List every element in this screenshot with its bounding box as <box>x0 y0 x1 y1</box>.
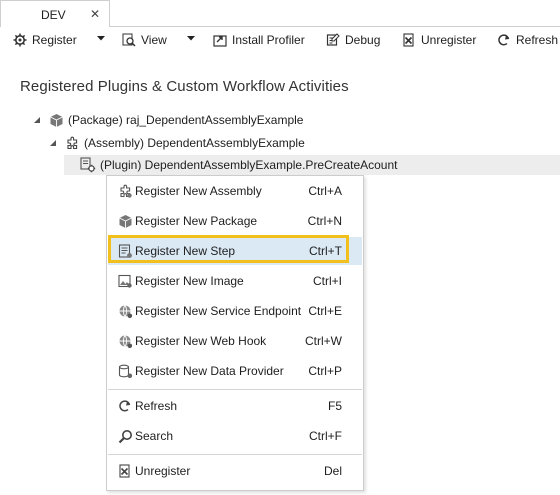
menu-item-shortcut: Ctrl+A <box>308 184 342 198</box>
menu-item-register-new-package[interactable]: Register New Package Ctrl+N <box>108 207 362 235</box>
debug-label: Debug <box>345 33 381 47</box>
unregister-button[interactable]: Unregister <box>401 31 476 49</box>
tree-label: (Package) raj_DependentAssemblyExample <box>68 113 304 127</box>
package-icon <box>117 213 133 229</box>
menu-item-label: Unregister <box>135 464 191 478</box>
tree-node-plugin[interactable]: (Plugin) DependentAssemblyExample.PreCre… <box>64 155 560 175</box>
search-icon <box>117 428 133 444</box>
menu-separator <box>108 389 362 390</box>
menu-item-search[interactable]: Search Ctrl+F <box>108 422 362 450</box>
gear-icon <box>12 32 28 48</box>
menu-item-shortcut: Del <box>323 464 342 478</box>
menu-item-shortcut: Ctrl+T <box>309 244 342 258</box>
view-dropdown-icon[interactable] <box>186 33 198 45</box>
step-icon <box>117 243 133 259</box>
menu-item-label: Search <box>135 429 174 443</box>
register-label: Register <box>32 33 77 47</box>
refresh-label: Refresh <box>516 33 559 47</box>
web-hook-icon <box>117 333 133 349</box>
context-menu: Register New Assembly Ctrl+A Register Ne… <box>106 175 364 491</box>
view-icon <box>121 32 137 48</box>
tab-dev[interactable]: DEV ✕ <box>0 0 110 27</box>
package-icon <box>48 112 64 128</box>
image-icon <box>117 273 133 289</box>
install-profiler-button[interactable]: Install Profiler <box>212 31 305 49</box>
refresh-icon <box>496 32 512 48</box>
menu-item-shortcut: Ctrl+I <box>312 274 342 288</box>
collapse-icon[interactable] <box>32 115 42 125</box>
register-dropdown-icon[interactable] <box>96 33 108 45</box>
tab-strip: DEV ✕ <box>0 0 560 27</box>
service-endpoint-icon <box>117 303 133 319</box>
debug-button[interactable]: Debug <box>325 31 380 49</box>
menu-item-shortcut: Ctrl+E <box>308 304 342 318</box>
menu-item-shortcut: Ctrl+P <box>308 364 342 378</box>
menu-item-label: Register New Service Endpoint <box>135 304 302 318</box>
tree-node-assembly[interactable]: (Assembly) DependentAssemblyExample <box>48 133 305 153</box>
menu-item-register-new-data-provider[interactable]: Register New Data Provider Ctrl+P <box>108 357 362 385</box>
close-icon[interactable]: ✕ <box>90 7 100 21</box>
menu-item-register-new-step[interactable]: Register New Step Ctrl+T <box>108 237 362 265</box>
menu-item-register-new-assembly[interactable]: Register New Assembly Ctrl+A <box>108 177 362 205</box>
menu-item-unregister[interactable]: Unregister Del <box>108 457 362 485</box>
debug-icon <box>325 32 341 48</box>
page-title: Registered Plugins & Custom Workflow Act… <box>20 78 349 95</box>
tree-node-package[interactable]: (Package) raj_DependentAssemblyExample <box>32 110 303 130</box>
toolbar: Register View Install Profiler Debug Unr… <box>0 27 560 53</box>
collapse-icon[interactable] <box>48 138 58 148</box>
menu-item-shortcut: Ctrl+W <box>305 334 342 348</box>
refresh-icon <box>117 398 133 414</box>
refresh-button[interactable]: Refresh <box>496 31 558 49</box>
view-label: View <box>141 33 167 47</box>
tree-label: (Assembly) DependentAssemblyExample <box>84 136 305 150</box>
data-provider-icon <box>117 363 133 379</box>
menu-item-label: Register New Image <box>135 274 244 288</box>
menu-separator <box>108 454 362 455</box>
unregister-label: Unregister <box>421 33 477 47</box>
menu-item-label: Register New Web Hook <box>135 334 267 348</box>
menu-item-register-new-web-hook[interactable]: Register New Web Hook Ctrl+W <box>108 327 362 355</box>
assembly-icon <box>117 183 133 199</box>
tree-label: (Plugin) DependentAssemblyExample.PreCre… <box>100 158 398 172</box>
menu-item-register-new-image[interactable]: Register New Image Ctrl+I <box>108 267 362 295</box>
view-button[interactable]: View <box>121 31 167 49</box>
install-icon <box>212 32 228 48</box>
menu-item-shortcut: Ctrl+F <box>309 429 342 443</box>
plugin-icon <box>80 157 96 173</box>
assembly-icon <box>64 135 80 151</box>
menu-item-shortcut: F5 <box>327 399 342 413</box>
unregister-icon <box>117 463 133 479</box>
menu-item-label: Register New Data Provider <box>135 364 284 378</box>
menu-item-label: Register New Package <box>135 214 258 228</box>
register-button[interactable]: Register <box>12 31 77 49</box>
tab-label: DEV <box>41 8 66 22</box>
menu-item-refresh[interactable]: Refresh F5 <box>108 392 362 420</box>
install-profiler-label: Install Profiler <box>232 33 305 47</box>
menu-item-label: Refresh <box>135 399 178 413</box>
menu-item-register-new-service-endpoint[interactable]: Register New Service Endpoint Ctrl+E <box>108 297 362 325</box>
unregister-icon <box>401 32 417 48</box>
menu-item-label: Register New Step <box>135 244 236 258</box>
menu-item-shortcut: Ctrl+N <box>307 214 342 228</box>
menu-item-label: Register New Assembly <box>135 184 262 198</box>
